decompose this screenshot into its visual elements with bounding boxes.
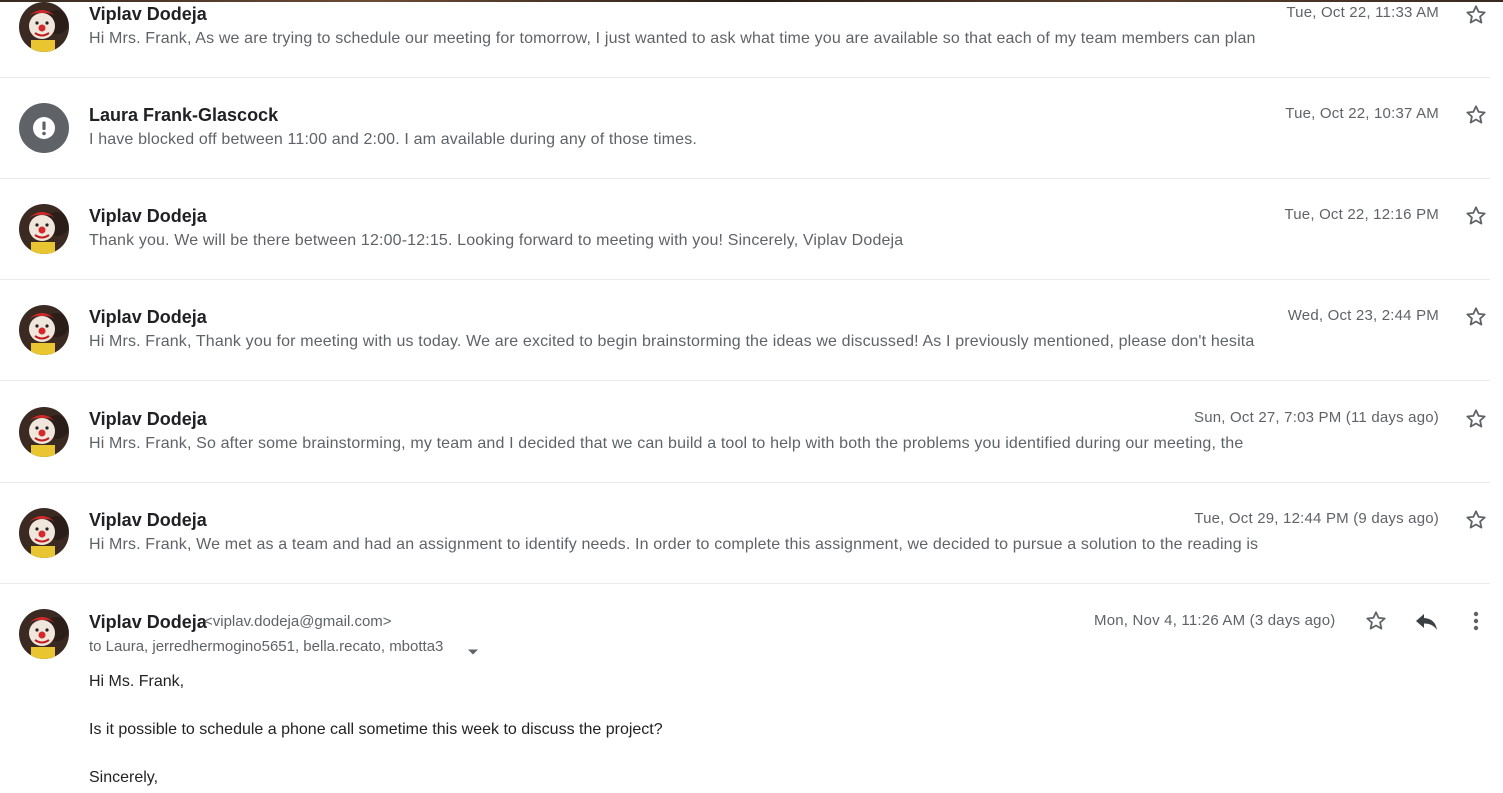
message-snippet: Hi Mrs. Frank, So after some brainstormi… <box>89 435 1244 452</box>
avatar[interactable] <box>19 508 69 558</box>
expanded-message: Viplav Dodeja <viplav.dodeja@gmail.com> … <box>0 584 1503 793</box>
avatar[interactable] <box>19 305 69 355</box>
collapsed-message[interactable]: Laura Frank-Glascock I have blocked off … <box>0 78 1490 179</box>
avatar[interactable] <box>19 103 69 153</box>
avatar[interactable] <box>19 204 69 254</box>
message-date: Tue, Oct 29, 12:44 PM (9 days ago) <box>1194 510 1439 527</box>
reply-icon[interactable] <box>1414 609 1440 633</box>
body-paragraph: Is it possible to schedule a phone call … <box>89 721 663 738</box>
sender-name: Laura Frank-Glascock <box>89 105 279 125</box>
sender-name: Viplav Dodeja <box>89 612 207 632</box>
star-icon[interactable] <box>1464 3 1488 27</box>
message-date: Wed, Oct 23, 2:44 PM <box>1287 307 1439 324</box>
sender-name: Viplav Dodeja <box>89 206 207 226</box>
avatar[interactable] <box>19 407 69 457</box>
message-snippet: Hi Mrs. Frank, As we are trying to sched… <box>89 30 1256 47</box>
star-icon[interactable] <box>1464 103 1488 127</box>
collapsed-message[interactable]: Viplav Dodeja Hi Mrs. Frank, As we are t… <box>0 0 1490 78</box>
collapsed-message[interactable]: Viplav Dodeja Thank you. We will be ther… <box>0 179 1490 280</box>
collapsed-message[interactable]: Viplav Dodeja Hi Mrs. Frank, So after so… <box>0 381 1490 483</box>
message-date: Mon, Nov 4, 11:26 AM (3 days ago) <box>1094 612 1336 629</box>
message-date: Tue, Oct 22, 12:16 PM <box>1284 206 1439 223</box>
avatar[interactable] <box>19 609 69 659</box>
collapsed-message[interactable]: Viplav Dodeja Hi Mrs. Frank, We met as a… <box>0 483 1490 584</box>
collapsed-message[interactable]: Viplav Dodeja Hi Mrs. Frank, Thank you f… <box>0 280 1490 381</box>
sender-name: Viplav Dodeja <box>89 4 207 24</box>
sender-name: Viplav Dodeja <box>89 307 207 327</box>
message-snippet: I have blocked off between 11:00 and 2:0… <box>89 131 697 148</box>
message-date: Tue, Oct 22, 11:33 AM <box>1286 4 1439 21</box>
message-date: Tue, Oct 22, 10:37 AM <box>1285 105 1439 122</box>
message-date: Sun, Oct 27, 7:03 PM (11 days ago) <box>1194 409 1439 426</box>
recipients[interactable]: to Laura, jerredhermogino5651, bella.rec… <box>89 638 443 655</box>
message-snippet: Hi Mrs. Frank, We met as a team and had … <box>89 536 1259 553</box>
warning-icon <box>33 117 55 139</box>
star-icon[interactable] <box>1464 305 1488 329</box>
body-signoff: Sincerely, <box>89 769 159 786</box>
sender-name: Viplav Dodeja <box>89 409 207 429</box>
sender-email: <viplav.dodeja@gmail.com> <box>204 613 392 630</box>
email-thread: Viplav Dodeja Hi Mrs. Frank, As we are t… <box>0 0 1490 584</box>
body-greeting: Hi Ms. Frank, <box>89 673 185 690</box>
sender-name: Viplav Dodeja <box>89 510 207 530</box>
caret-down-icon[interactable] <box>467 643 479 655</box>
message-snippet: Thank you. We will be there between 12:0… <box>89 232 904 249</box>
avatar[interactable] <box>19 2 69 52</box>
message-snippet: Hi Mrs. Frank, Thank you for meeting wit… <box>89 333 1255 350</box>
star-icon[interactable] <box>1364 609 1388 633</box>
more-vert-icon[interactable] <box>1466 609 1486 633</box>
star-icon[interactable] <box>1464 508 1488 532</box>
star-icon[interactable] <box>1464 204 1488 228</box>
star-icon[interactable] <box>1464 407 1488 431</box>
